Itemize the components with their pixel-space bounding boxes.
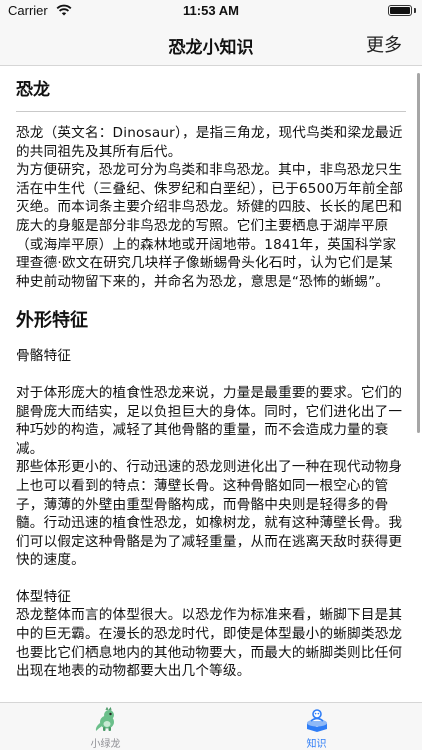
more-button[interactable]: 更多 [366, 31, 402, 57]
tab-bar: 小绿龙 知识 [0, 702, 422, 750]
knowledge-icon [306, 709, 327, 732]
tab-label: 小绿龙 [90, 739, 121, 750]
skeleton-paragraph-1: 对于体形庞大的植食性恐龙来说，力量是最重要的要求。它们的腿骨庞大而结实，足以负担… [16, 384, 403, 457]
status-time: 11:53 AM [183, 3, 239, 18]
subheading-skeleton: 骨骼特征 [16, 348, 72, 365]
research-paragraph: 为方便研究，恐龙可分为鸟类和非鸟恐龙。其中，非鸟恐龙只生活在中生代（三叠纪、侏罗… [16, 162, 404, 290]
article-scroll-view[interactable]: 恐龙 恐龙（英文名：Dinosaur），是指三角龙，现代鸟类和梁龙最近的共同祖先… [0, 67, 422, 702]
subheading-body-size: 体型特征 [16, 588, 72, 605]
article-title: 恐龙 [16, 80, 50, 100]
tab-knowledge[interactable]: 知识 [211, 707, 422, 750]
divider [16, 111, 406, 112]
page-title: 恐龙小知识 [168, 38, 254, 58]
battery-icon [388, 5, 412, 16]
navigation-bar: 恐龙小知识 更多 [0, 22, 422, 66]
scrollbar[interactable] [417, 73, 420, 433]
skeleton-paragraph-2: 那些体形更小的、行动迅速的恐龙则进化出了一种在现代动物身上也可以看到的特点：薄壁… [16, 459, 403, 569]
section-title-appearance: 外形特征 [16, 310, 88, 332]
intro-paragraph: 恐龙（英文名：Dinosaur），是指三角龙，现代鸟类和梁龙最近的共同祖先及其所… [16, 125, 403, 160]
dinosaur-icon [95, 707, 114, 731]
status-bar: Carrier 11:53 AM [0, 0, 422, 22]
body-size-paragraph: 恐龙整体而言的体型很大。以恐龙作为标准来看，蜥脚下目是其中的巨无霸。在漫长的恐龙… [16, 607, 403, 680]
tab-label: 知识 [306, 739, 327, 750]
tab-little-green-dragon[interactable]: 小绿龙 [0, 707, 211, 750]
